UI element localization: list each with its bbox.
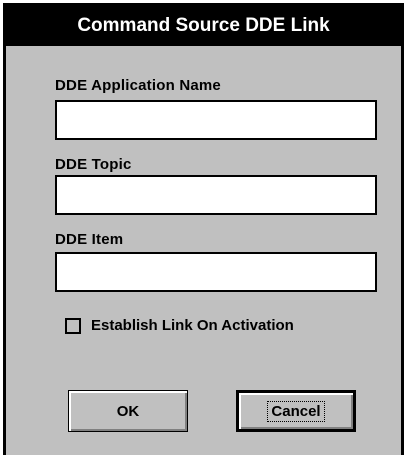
ok-button-label: OK	[116, 402, 140, 420]
dde-link-dialog: Command Source DDE Link DDE Application …	[3, 3, 404, 455]
topic-label: DDE Topic	[55, 156, 132, 173]
dialog-title-bar[interactable]: Command Source DDE Link	[6, 6, 401, 46]
app-name-input[interactable]	[55, 100, 377, 140]
ok-button[interactable]: OK	[68, 390, 188, 432]
establish-link-checkbox[interactable]	[65, 317, 81, 334]
cancel-button[interactable]: Cancel	[236, 390, 356, 432]
dialog-title: Command Source DDE Link	[77, 15, 330, 36]
item-label: DDE Item	[55, 231, 124, 248]
establish-link-label: Establish Link On Activation	[91, 317, 294, 334]
topic-input[interactable]	[55, 175, 377, 215]
establish-link-option[interactable]: Establish Link On Activation	[65, 317, 294, 334]
app-name-label: DDE Application Name	[55, 77, 221, 94]
cancel-button-label: Cancel	[267, 400, 325, 422]
item-input[interactable]	[55, 252, 377, 292]
